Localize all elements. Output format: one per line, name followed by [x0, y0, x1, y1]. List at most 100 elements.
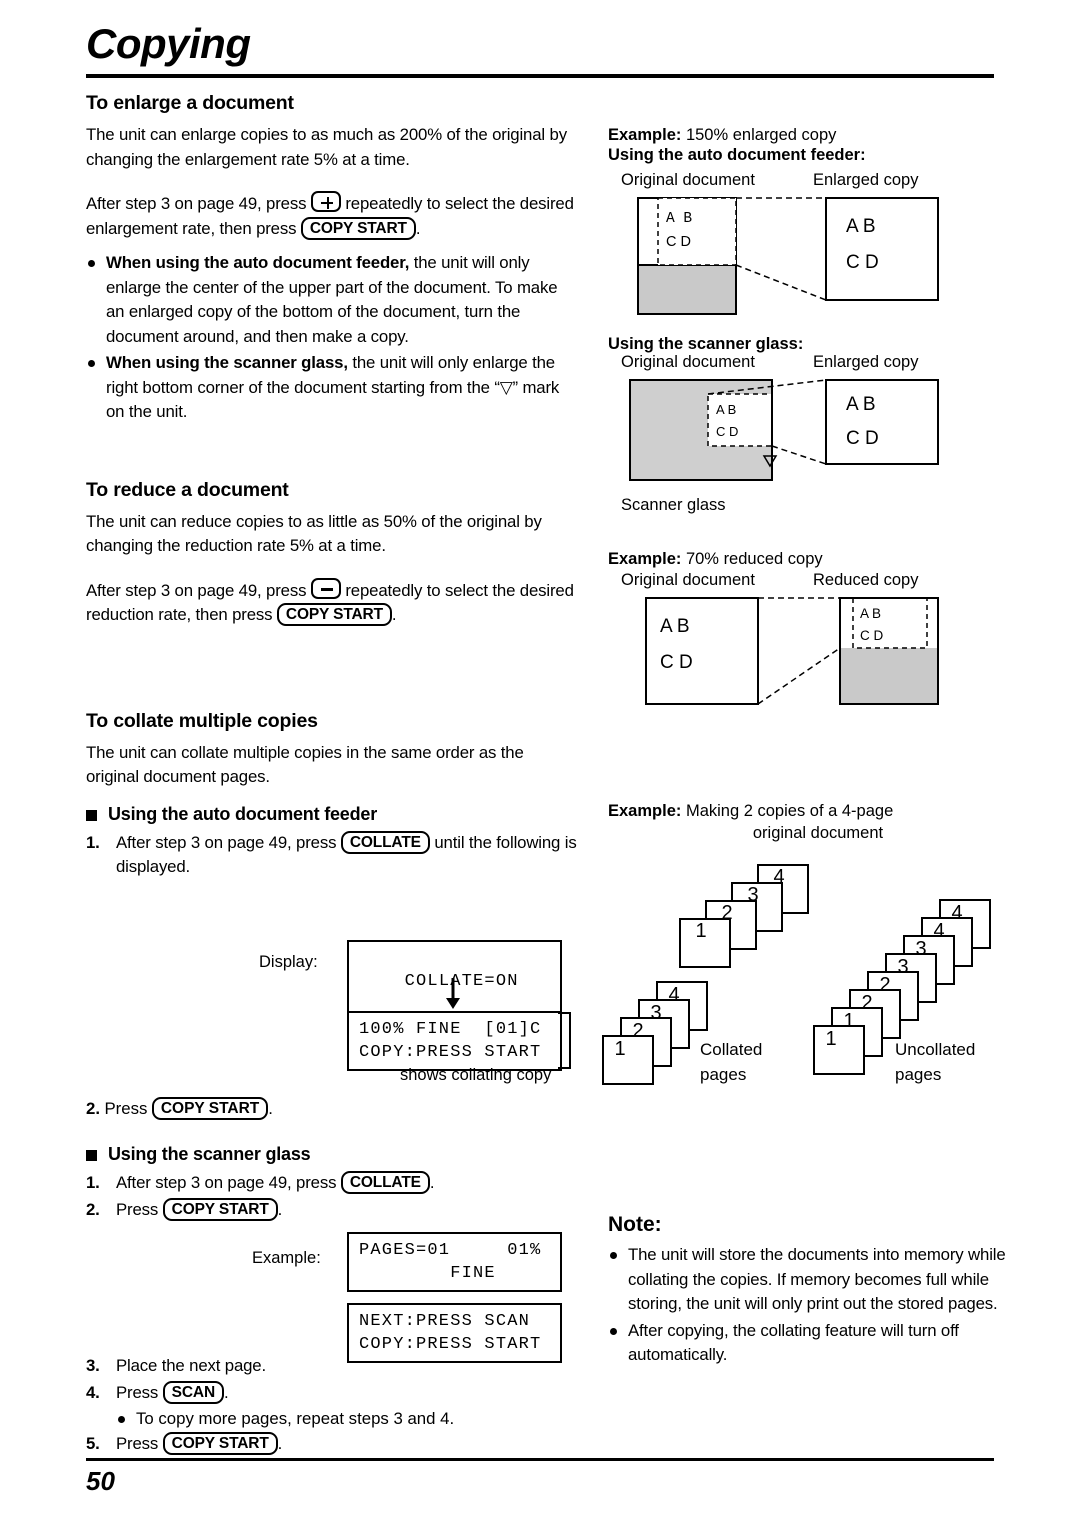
note-heading: Note:	[608, 1213, 662, 1236]
svg-text:3: 3	[915, 938, 926, 960]
enlarge-bullet-adf-bold: When using the auto document feeder,	[106, 253, 410, 272]
lcd-next-line1: NEXT:PRESS SCAN	[359, 1312, 531, 1331]
svg-text:C D: C D	[846, 252, 879, 273]
enlarge-adf-subcaption: Using the auto document feeder:	[608, 146, 866, 164]
figure-enlarge-adf: Original document Enlarged copy A B C D …	[621, 171, 939, 315]
down-arrow-icon	[446, 978, 460, 1009]
glass-step-2-text-b: .	[277, 1199, 283, 1219]
svg-text:A B: A B	[846, 394, 876, 415]
svg-text:Enlarged copy: Enlarged copy	[813, 353, 919, 371]
glass-steps: 1. After step 3 on page 49, press COLLAT…	[86, 1171, 578, 1222]
adf-step-1: 1. After step 3 on page 49, press COLLAT…	[86, 830, 578, 880]
copy-start-key-2: COPY START	[276, 603, 392, 626]
enlarge-p2-text-c: .	[415, 218, 421, 238]
example-label: Example:	[252, 1249, 321, 1267]
heading-enlarge: To enlarge a document	[86, 92, 294, 114]
glass-step-5-text-a: Press	[116, 1433, 159, 1453]
left-column: To enlarge a document The unit can enlar…	[86, 92, 578, 882]
svg-text:2: 2	[721, 902, 732, 924]
enlarge-example-rest: 150% enlarged copy	[681, 126, 837, 144]
glass-step-4-num: 4.	[86, 1382, 100, 1402]
enlarge-paragraph-1: The unit can enlarge copies to as much a…	[86, 125, 567, 169]
svg-text:pages: pages	[895, 1065, 941, 1084]
glass-step-5-text-b: .	[277, 1433, 283, 1453]
collate-key-2: COLLATE	[340, 1171, 430, 1194]
svg-text:Collated: Collated	[700, 1040, 762, 1059]
svg-text:2: 2	[861, 992, 872, 1014]
svg-text:Original document: Original document	[621, 353, 755, 371]
collate-example-line2: original document	[752, 824, 884, 842]
svg-text:4: 4	[773, 866, 784, 888]
note-bullet-1: The unit will store the documents into m…	[608, 1243, 1008, 1317]
adf-step-2-text-b: .	[268, 1099, 273, 1118]
svg-text:A B: A B	[860, 606, 881, 621]
glass-step-3: 3. Place the next page.	[86, 1354, 578, 1379]
svg-text:A B: A B	[716, 402, 736, 417]
glass-substep-note: To copy more pages, repeat steps 3 and 4…	[116, 1407, 578, 1432]
reduce-p2-text-a: After step 3 on page 49, press	[86, 580, 307, 600]
collate-paragraph-1: The unit can collate multiple copies in …	[86, 742, 524, 787]
glass-steps-tail: 3. Place the next page. 4. Press SCAN. T…	[86, 1354, 578, 1458]
lcd-next-line2: COPY:PRESS START	[359, 1335, 542, 1354]
figure-collate-stacks: 4 3 2 1 4 3 2 1 Collated pages 4 4 3 3 2…	[602, 864, 991, 1085]
glass-step-1-text-a: After step 3 on page 49, press	[116, 1173, 337, 1192]
collate-example-bold: Example:	[608, 802, 682, 820]
lcd-pages-line1: PAGES=01 01%	[359, 1241, 542, 1260]
svg-text:Original document: Original document	[621, 571, 755, 589]
svg-text:4: 4	[951, 902, 962, 924]
minus-key-icon	[310, 577, 341, 599]
svg-text:Enlarged copy: Enlarged copy	[813, 171, 919, 189]
page-number: 50	[86, 1466, 115, 1496]
glass-step-5: 5. Press COPY START.	[86, 1431, 578, 1457]
note-bullet-2: After copying, the collating feature wil…	[608, 1319, 1008, 1368]
svg-text:Reduced copy: Reduced copy	[813, 571, 919, 589]
scanner-glass-block: Using the scanner glass 1. After step 3 …	[86, 1144, 578, 1224]
heading-collate: To collate multiple copies	[86, 709, 318, 732]
adf-step-2-num: 2.	[86, 1099, 100, 1118]
svg-text:C D: C D	[846, 428, 879, 449]
lcd-collating-status: 100% FINE [01]C COPY:PRESS START	[347, 1011, 562, 1071]
svg-text:pages: pages	[700, 1065, 746, 1084]
enlarge-bullets: When using the auto document feeder, the…	[86, 251, 578, 425]
note-block: Note: The unit will store the documents …	[608, 1213, 1008, 1370]
enlarge-example-bold: Example:	[608, 126, 682, 144]
svg-text:2: 2	[632, 1020, 643, 1042]
svg-text:C D: C D	[660, 652, 693, 673]
enlarge-paragraph-2: After step 3 on page 49, press repeatedl…	[86, 191, 578, 241]
svg-text:2: 2	[879, 974, 890, 996]
glass-step-3-num: 3.	[86, 1356, 100, 1375]
lcd-collating-line2: COPY:PRESS START	[359, 1043, 542, 1062]
svg-text:1: 1	[843, 1010, 854, 1032]
svg-text:3: 3	[897, 956, 908, 978]
glass-step-2: 2. Press COPY START.	[86, 1197, 578, 1223]
glass-step-4: 4. Press SCAN.	[86, 1380, 578, 1406]
figure-reduce-caption: Example: 70% reduced copy	[608, 548, 1008, 570]
reduce-paragraph-2: After step 3 on page 49, press repeatedl…	[86, 577, 578, 628]
svg-text:1: 1	[825, 1028, 836, 1050]
plus-key-icon	[310, 191, 341, 212]
glass-step-1-num: 1.	[86, 1173, 100, 1192]
reduce-example-bold: Example:	[608, 550, 682, 568]
document-page: Copying To enlarge a document The unit c…	[0, 0, 1080, 1526]
svg-text:3: 3	[747, 884, 758, 906]
heading-reduce: To reduce a document	[86, 478, 289, 501]
glass-step-2-num: 2.	[86, 1199, 100, 1219]
heading-using-scanner-glass: Using the scanner glass	[86, 1144, 578, 1165]
glass-step-4-text-b: .	[224, 1382, 229, 1402]
enlarge-bullet-adf: When using the auto document feeder, the…	[86, 251, 578, 349]
adf-steps: 1. After step 3 on page 49, press COLLAT…	[86, 830, 578, 880]
footer-divider	[86, 1458, 994, 1461]
reduce-example-rest: 70% reduced copy	[681, 550, 823, 568]
adf-step-1-num: 1.	[86, 832, 100, 852]
figure-collate-caption: Example: Making 2 copies of a 4-page ori…	[608, 800, 1008, 844]
glass-step-1-text-b: .	[429, 1173, 435, 1192]
display-label: Display:	[259, 953, 318, 971]
glass-step-2-text-a: Press	[116, 1199, 159, 1219]
glass-step-4-text-a: Press	[116, 1382, 159, 1402]
svg-text:Uncollated: Uncollated	[895, 1040, 975, 1059]
example-label-wrap: Example:	[252, 1247, 321, 1269]
page-title: Copying	[86, 20, 251, 67]
copy-start-key-3: COPY START	[151, 1097, 269, 1120]
display-label-wrap: Display:	[259, 951, 318, 973]
svg-text:C D: C D	[860, 628, 884, 643]
